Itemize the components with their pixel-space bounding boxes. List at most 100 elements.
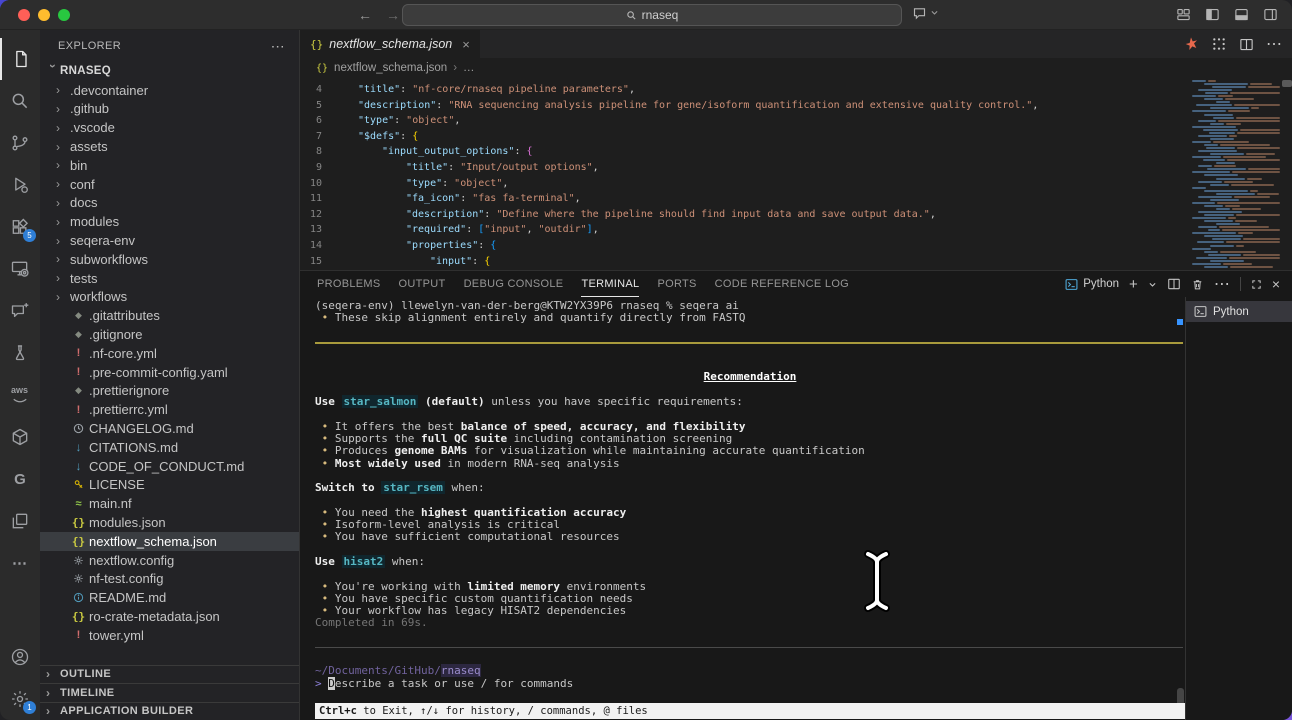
code-line-11[interactable]: 11"fa_icon": "fas fa-terminal",: [300, 191, 1172, 207]
code-line-14[interactable]: 14"properties": {: [300, 238, 1172, 254]
folder-bin[interactable]: ›bin: [40, 156, 299, 175]
package-icon[interactable]: [0, 416, 40, 458]
folder-modules[interactable]: ›modules: [40, 212, 299, 231]
panel-tab-terminal[interactable]: TERMINAL: [581, 271, 639, 297]
folder-.devcontainer[interactable]: ›.devcontainer: [40, 81, 299, 100]
file-tower.yml[interactable]: !tower.yml: [40, 626, 299, 645]
breadcrumb-more[interactable]: …: [463, 62, 475, 74]
panel-tab-code-reference-log[interactable]: CODE REFERENCE LOG: [715, 271, 849, 297]
run-debug-icon[interactable]: [0, 164, 40, 206]
kill-terminal-icon[interactable]: [1191, 278, 1204, 291]
terminal-dropdown-icon[interactable]: [1148, 280, 1157, 289]
code-line-13[interactable]: 13"required": ["input", "outdir"],: [300, 222, 1172, 238]
close-panel-icon[interactable]: ×: [1272, 276, 1280, 292]
panel-tab-problems[interactable]: PROBLEMS: [317, 271, 381, 297]
code-line-10[interactable]: 10"type": "object",: [300, 176, 1172, 192]
code-line-4[interactable]: 4"title": "nf-core/rnaseq pipeline param…: [300, 82, 1172, 98]
editor-more-actions-icon[interactable]: ⋯: [1266, 34, 1282, 54]
testing-icon[interactable]: [0, 332, 40, 374]
command-center-search[interactable]: rnaseq: [402, 4, 902, 26]
file-.gitignore[interactable]: ◆.gitignore: [40, 325, 299, 344]
code-line-15[interactable]: 15"input": {: [300, 254, 1172, 270]
folder-docs[interactable]: ›docs: [40, 194, 299, 213]
file-nextflow.config[interactable]: nextflow.config: [40, 551, 299, 570]
file-.pre-commit-config.yaml[interactable]: !.pre-commit-config.yaml: [40, 363, 299, 382]
file-ro-crate-metadata.json[interactable]: {}ro-crate-metadata.json: [40, 607, 299, 626]
tab-nextflow-schema[interactable]: {} nextflow_schema.json ×: [300, 30, 480, 58]
editor-scrollbar[interactable]: [1282, 80, 1292, 87]
aws-icon[interactable]: aws: [0, 374, 40, 416]
remote-explorer-icon[interactable]: [0, 248, 40, 290]
zoom-window-button[interactable]: [58, 9, 70, 21]
file-.prettierignore[interactable]: ◆.prettierignore: [40, 382, 299, 401]
terminal-profile-button[interactable]: Python: [1065, 278, 1119, 291]
split-editor-icon[interactable]: [1239, 37, 1254, 52]
source-control-icon[interactable]: [0, 122, 40, 164]
code-line-12[interactable]: 12"description": "Define where the pipel…: [300, 207, 1172, 223]
panel-tab-output[interactable]: OUTPUT: [399, 271, 446, 297]
section-timeline[interactable]: ›TIMELINE: [40, 683, 299, 702]
code-line-8[interactable]: 8"input_output_options": {: [300, 144, 1172, 160]
layers-icon[interactable]: [0, 500, 40, 542]
toggle-secondary-sidebar-icon[interactable]: [1263, 7, 1278, 22]
file-nf-test.config[interactable]: nf-test.config: [40, 570, 299, 589]
copilot-chat-button[interactable]: [912, 5, 939, 20]
folder-assets[interactable]: ›assets: [40, 137, 299, 156]
file-rnaseq[interactable]: ›RNASEQ: [40, 62, 299, 81]
file-changelog.md[interactable]: CHANGELOG.md: [40, 419, 299, 438]
panel-tab-debug-console[interactable]: DEBUG CONSOLE: [464, 271, 564, 297]
breadcrumb-file[interactable]: nextflow_schema.json: [334, 62, 447, 74]
file-code_of_conduct.md[interactable]: ↓CODE_OF_CONDUCT.md: [40, 457, 299, 476]
more-icon[interactable]: ⋯: [0, 542, 40, 584]
minimap[interactable]: [1184, 80, 1280, 269]
file-.nf-core.yml[interactable]: !.nf-core.yml: [40, 344, 299, 363]
file-.gitattributes[interactable]: ◆.gitattributes: [40, 306, 299, 325]
terminal-output[interactable]: (seqera-env) llewelyn-van-der-berg@KTW2Y…: [300, 297, 1185, 720]
folder-subworkflows[interactable]: ›subworkflows: [40, 250, 299, 269]
explorer-icon[interactable]: [0, 38, 40, 80]
toggle-sidebar-icon[interactable]: [1205, 7, 1220, 22]
code-line-6[interactable]: 6"type": "object",: [300, 113, 1172, 129]
file-readme.md[interactable]: README.md: [40, 588, 299, 607]
file-.prettierrc.yml[interactable]: !.prettierrc.yml: [40, 400, 299, 419]
code-line-9[interactable]: 9"title": "Input/output options",: [300, 160, 1172, 176]
folder-.vscode[interactable]: ›.vscode: [40, 118, 299, 137]
forward-arrow-icon[interactable]: →: [386, 7, 400, 23]
gitlens-icon[interactable]: G: [0, 458, 40, 500]
file-main.nf[interactable]: ≈main.nf: [40, 494, 299, 513]
folder-workflows[interactable]: ›workflows: [40, 288, 299, 307]
explorer-more-actions-icon[interactable]: ⋯: [271, 38, 285, 55]
chat-icon[interactable]: [0, 290, 40, 332]
split-terminal-icon[interactable]: [1167, 277, 1181, 291]
account-icon[interactable]: [0, 636, 40, 678]
terminal-list-item-python[interactable]: Python: [1186, 301, 1292, 322]
folder-tests[interactable]: ›tests: [40, 269, 299, 288]
file-citations.md[interactable]: ↓CITATIONS.md: [40, 438, 299, 457]
code-editor[interactable]: 4"title": "nf-core/rnaseq pipeline param…: [300, 78, 1292, 270]
file-modules.json[interactable]: {}modules.json: [40, 513, 299, 532]
file-nextflow_schema.json[interactable]: {}nextflow_schema.json: [40, 532, 299, 551]
back-arrow-icon[interactable]: ←: [358, 7, 372, 23]
minimize-window-button[interactable]: [38, 9, 50, 21]
nf-core-extension-icon[interactable]: [1183, 36, 1199, 52]
close-window-button[interactable]: [18, 9, 30, 21]
file-license[interactable]: LICENSE: [40, 476, 299, 495]
code-line-5[interactable]: 5"description": "RNA sequencing analysis…: [300, 98, 1172, 114]
extensions-icon[interactable]: 5: [0, 206, 40, 248]
panel-more-actions-icon[interactable]: ⋯: [1214, 274, 1230, 294]
toggle-panel-icon[interactable]: [1234, 7, 1249, 22]
code-line-7[interactable]: 7"$defs": {: [300, 129, 1172, 145]
schema-tools-icon[interactable]: [1211, 36, 1227, 52]
section-application-builder[interactable]: ›APPLICATION BUILDER: [40, 702, 299, 720]
folder-conf[interactable]: ›conf: [40, 175, 299, 194]
customize-layout-icon[interactable]: [1176, 7, 1191, 22]
folder-seqera-env[interactable]: ›seqera-env: [40, 231, 299, 250]
section-outline[interactable]: ›OUTLINE: [40, 665, 299, 684]
new-terminal-icon[interactable]: +: [1129, 276, 1138, 293]
search-icon[interactable]: [0, 80, 40, 122]
settings-icon[interactable]: 1: [0, 678, 40, 720]
maximize-panel-icon[interactable]: [1251, 279, 1262, 290]
folder-.github[interactable]: ›.github: [40, 100, 299, 119]
breadcrumb[interactable]: {} nextflow_schema.json › …: [300, 58, 1292, 78]
close-tab-icon[interactable]: ×: [462, 37, 470, 52]
